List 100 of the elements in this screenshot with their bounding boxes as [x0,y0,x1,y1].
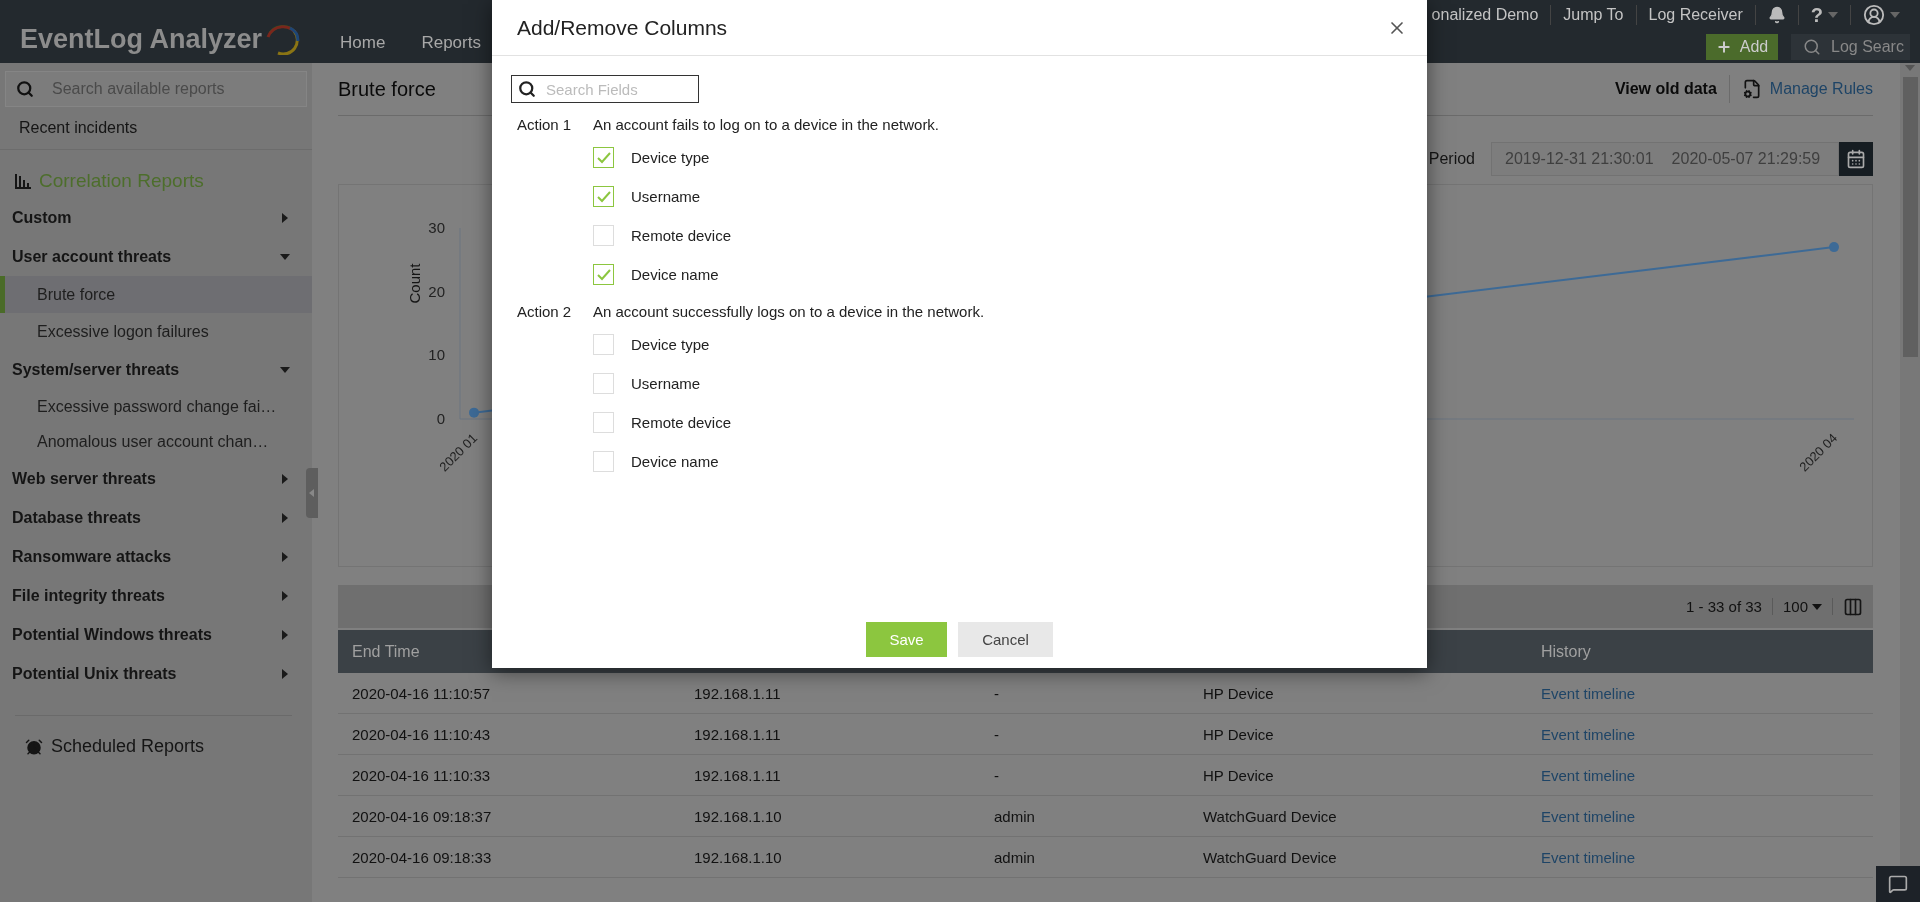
event-timeline-link[interactable]: Event timeline [1541,848,1636,866]
sidebar-group[interactable]: System/server threats [0,350,300,389]
table-cell: 192.168.1.11 [680,714,980,755]
view-old-data-link[interactable]: View old data [1614,75,1730,103]
checkbox[interactable] [593,225,614,246]
event-timeline-link[interactable]: Event timeline [1541,807,1636,825]
table-cell: 192.168.1.10 [680,796,980,837]
sidebar-group[interactable]: Database threats [0,498,300,537]
checkbox-label: Username [631,375,701,392]
table-cell: - [980,673,1189,714]
collapse-handle[interactable] [306,468,318,518]
columns-icon[interactable] [1843,596,1863,617]
table-cell: admin [980,837,1189,878]
checkbox-label: Device type [631,149,710,166]
caret-icon [280,473,290,484]
checkbox[interactable] [593,147,614,168]
plus-icon [1715,38,1732,55]
checkbox[interactable] [593,334,614,355]
caret-icon [280,551,290,562]
alarm-clock-icon [25,737,43,756]
checkbox-label: Remote device [631,227,732,244]
save-button[interactable]: Save [866,622,947,657]
nav-link[interactable]: Home [340,33,386,53]
table-cell: 2020-04-16 11:10:43 [338,714,680,755]
event-timeline-link[interactable]: Event timeline [1541,725,1636,743]
table-cell: - [980,714,1189,755]
checkbox-label: Device type [631,336,710,353]
checkbox[interactable] [593,451,614,472]
bell-icon[interactable] [1767,6,1786,24]
sidebar-link[interactable]: Recent incidents [0,107,312,150]
table-cell: 192.168.1.11 [680,755,980,796]
action-description: An account fails to log on to a device in the network. [593,115,940,133]
sidebar-item[interactable]: Excessive logon failures [0,313,312,350]
scrollbar[interactable] [1900,63,1920,866]
checkbox-label: Remote device [631,414,732,431]
checkbox[interactable] [593,412,614,433]
scroll-arrow-icon [1905,63,1915,73]
caret-icon [280,364,290,375]
checkbox[interactable] [593,264,614,285]
table-cell: admin [980,796,1189,837]
page-size-dropdown[interactable]: 100 [1771,598,1833,615]
caret-icon [280,512,290,523]
action-label: Action 1 [516,115,573,133]
manage-rules-link[interactable]: Manage Rules [1729,79,1873,99]
checkbox-label: Username [631,188,701,205]
nav-link[interactable]: Reports [421,33,481,53]
table-cell: 192.168.1.10 [680,837,980,878]
add-button[interactable]: Add [1706,33,1778,60]
caret-icon [280,629,290,640]
table-cell: WatchGuard Device [1189,796,1527,837]
caret-icon [1890,10,1900,20]
caret-icon [280,590,290,601]
event-timeline-link[interactable]: Event timeline [1541,684,1636,702]
sidebar-group[interactable]: User account threats [0,237,300,276]
header-link[interactable]: Log Receiver [1636,5,1756,25]
action-label: Action 2 [516,302,573,320]
search-icon [16,80,34,98]
caret-icon [280,668,290,679]
cancel-button[interactable]: Cancel [958,622,1053,657]
pager-text: 1 - 33 of 33 [1686,598,1762,615]
checkbox-label: Device name [631,453,719,470]
chat-button[interactable] [1876,866,1920,902]
y-axis-title: Count [406,263,423,304]
sidebar-group[interactable]: Custom [0,198,300,237]
sidebar-item[interactable]: Excessive password change fai… [0,389,312,424]
event-timeline-link[interactable]: Event timeline [1541,766,1636,784]
header-link[interactable]: Jump To [1551,5,1637,25]
sidebar-group[interactable]: Web server threats [0,459,300,498]
help-menu[interactable]: ? [1810,3,1823,27]
y-tick-label: 0 [436,410,445,427]
caret-icon [280,251,290,262]
period-label: Period [1428,150,1475,168]
table-cell: WatchGuard Device [1189,837,1527,878]
table-cell: HP Device [1189,755,1527,796]
table-cell: 2020-04-16 09:18:37 [338,796,680,837]
page-title: Brute force [338,77,436,101]
action-description: An account successfully logs on to a device in the network. [593,302,985,320]
table-cell: HP Device [1189,673,1527,714]
data-point [469,407,479,418]
log-search-field[interactable]: Log Searc [1791,33,1910,60]
checkbox[interactable] [593,186,614,207]
checkbox[interactable] [593,373,614,394]
sidebar-group[interactable]: Potential Unix threats [0,654,300,693]
sidebar-group[interactable]: Ransomware attacks [0,537,300,576]
document-gear-icon [1741,79,1762,99]
calendar-button[interactable] [1839,142,1873,176]
user-avatar-icon[interactable] [1863,4,1885,26]
sidebar-item[interactable]: Brute force [0,276,312,313]
calendar-icon [1846,149,1866,169]
table-cell: 2020-04-16 11:10:33 [338,755,680,796]
sidebar-group[interactable]: File integrity threats [0,576,300,615]
y-tick-label: 20 [428,282,445,300]
y-tick-label: 10 [428,346,445,364]
table-cell: 2020-04-16 09:18:33 [338,837,680,878]
search-icon [518,80,536,98]
caret-icon [280,212,290,223]
sidebar-item[interactable]: Anomalous user account chan… [0,424,312,459]
period-field[interactable]: 2019-12-31 21:30:01 2020-05-07 21:29:59 [1491,142,1839,176]
sidebar-group[interactable]: Potential Windows threats [0,615,300,654]
sidebar-link[interactable]: Scheduled Reports [51,736,205,757]
